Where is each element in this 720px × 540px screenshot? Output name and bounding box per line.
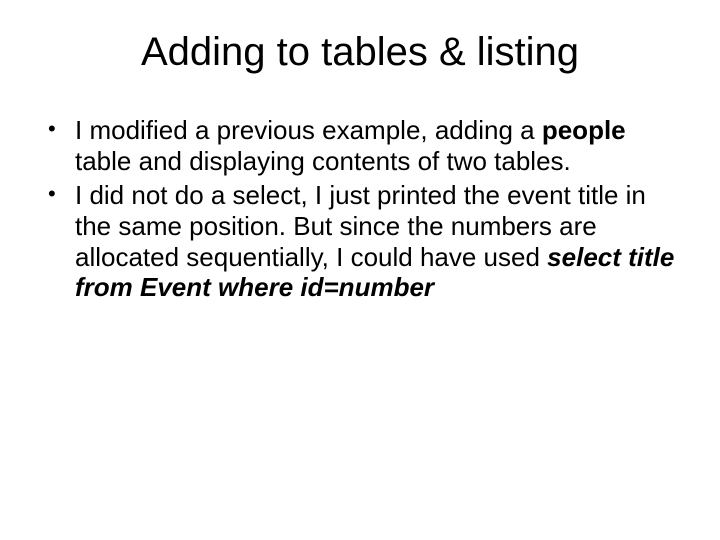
slide: Adding to tables & listing I modified a … <box>0 0 720 540</box>
bullet-list: I modified a previous example, adding a … <box>40 115 685 303</box>
list-item: I did not do a select, I just printed th… <box>40 180 685 303</box>
list-item: I modified a previous example, adding a … <box>40 115 685 176</box>
bold-text: people <box>542 115 626 145</box>
slide-title: Adding to tables & listing <box>35 30 685 75</box>
bullet-text: table and displaying contents of two tab… <box>75 146 571 176</box>
bullet-text: I modified a previous example, adding a <box>75 115 542 145</box>
